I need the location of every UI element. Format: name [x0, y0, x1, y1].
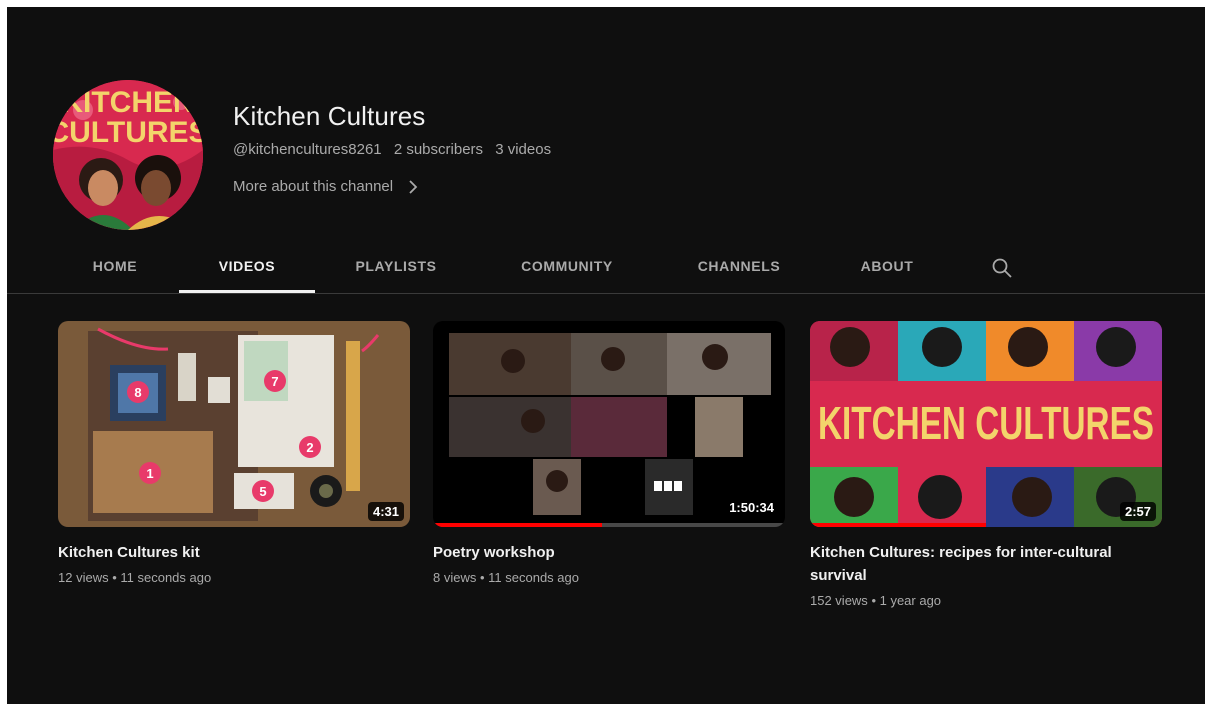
more-about-label: More about this channel [233, 178, 394, 195]
tab-about[interactable]: ABOUT [843, 243, 931, 293]
video-meta: 8 views • 11 seconds ago [433, 570, 785, 585]
more-about-link[interactable]: More about this channel [233, 178, 421, 195]
meta-separator: • [871, 593, 880, 608]
tab-home[interactable]: HOME [67, 243, 163, 293]
channel-meta: @kitchencultures8261 2 subscribers 3 vid… [233, 141, 559, 158]
poetry-thumbnail-image [433, 321, 785, 527]
search-icon[interactable] [991, 257, 1013, 279]
video-title[interactable]: Kitchen Cultures kit [58, 541, 410, 564]
video-thumbnail[interactable]: KITCHEN CULTURES 2:57 [810, 321, 1162, 527]
thumb-number-5: 5 [259, 484, 266, 499]
video-card[interactable]: KITCHEN CULTURES 2:57 Kitchen Cultures: … [810, 321, 1162, 608]
kit-thumbnail-image: 8 7 2 1 5 [58, 321, 410, 527]
channel-avatar[interactable]: KITCHEN CULTURES [53, 80, 203, 230]
tab-playlists[interactable]: PLAYLISTS [337, 243, 455, 293]
tab-community[interactable]: COMMUNITY [497, 243, 637, 293]
video-views: 152 views [810, 593, 868, 608]
video-age: 11 seconds ago [488, 570, 579, 585]
video-meta: 12 views • 11 seconds ago [58, 570, 410, 585]
video-views: 12 views [58, 570, 109, 585]
thumb-number-7: 7 [271, 374, 278, 389]
video-views: 8 views [433, 570, 477, 585]
avatar-illustration: KITCHEN CULTURES [53, 80, 203, 230]
watch-progress [433, 523, 602, 527]
subscriber-count: 2 subscribers [393, 141, 484, 158]
watch-progress [810, 523, 986, 527]
meta-separator: • [479, 570, 489, 585]
thumb-number-8: 8 [134, 385, 141, 400]
video-meta: 152 views • 1 year ago [810, 593, 1162, 608]
video-age: 1 year ago [879, 593, 942, 608]
avatar-title-line2: CULTURES [53, 116, 203, 149]
video-duration: 1:50:34 [724, 498, 779, 517]
chevron-right-icon [409, 179, 418, 194]
tab-videos[interactable]: VIDEOS [179, 243, 315, 293]
video-age: 11 seconds ago [120, 570, 212, 585]
thumb-number-1: 1 [146, 466, 153, 481]
video-title[interactable]: Kitchen Cultures: recipes for inter-cult… [810, 541, 1162, 587]
tab-channels[interactable]: CHANNELS [677, 243, 801, 293]
kitchen-cultures-thumbnail-image: KITCHEN CULTURES [810, 321, 1162, 527]
channel-handle: @kitchencultures8261 [233, 141, 382, 158]
video-count: 3 videos [495, 141, 552, 158]
avatar-title-line1: KITCHEN [61, 86, 194, 119]
channel-tabs: HOME VIDEOS PLAYLISTS COMMUNITY CHANNELS… [7, 243, 1205, 294]
video-card[interactable]: 8 7 2 1 5 4:31 Kitchen Cultures kit 12 v… [58, 321, 410, 585]
video-thumbnail[interactable]: 1:50:34 [433, 321, 785, 527]
video-duration: 2:57 [1119, 502, 1156, 521]
video-card[interactable]: 1:50:34 Poetry workshop 8 views • 11 sec… [433, 321, 785, 585]
channel-page: KITCHEN CULTURES Kitchen Cultures @kitch… [7, 7, 1205, 704]
video-title[interactable]: Poetry workshop [433, 541, 785, 564]
thumb-title-text: KITCHEN CULTURES [818, 397, 1154, 449]
video-thumbnail[interactable]: 8 7 2 1 5 4:31 [58, 321, 410, 527]
video-duration: 4:31 [367, 502, 404, 521]
channel-name: Kitchen Cultures [233, 101, 426, 131]
thumb-number-2: 2 [306, 440, 313, 455]
